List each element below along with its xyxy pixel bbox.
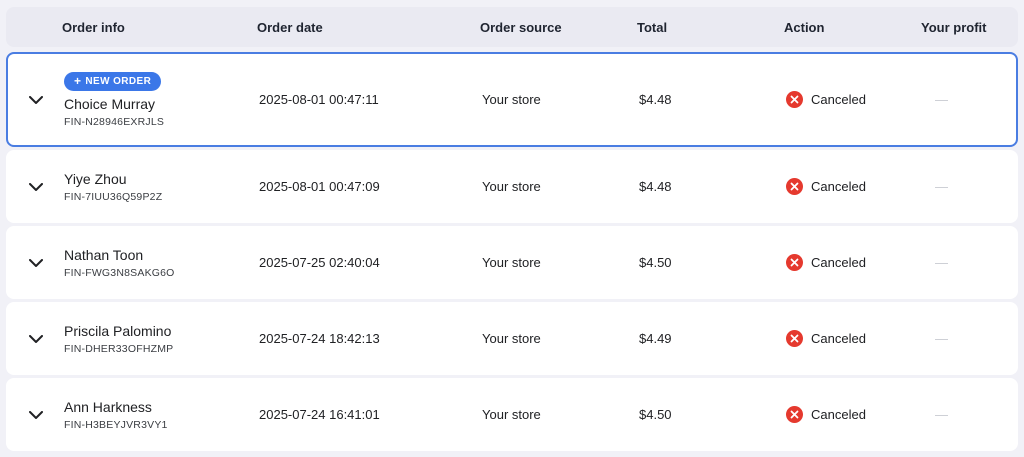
profit-value: — [923,255,1016,270]
canceled-icon [786,254,803,271]
order-total: $4.48 [639,92,786,107]
status-label: Canceled [811,179,866,194]
expand-row-button[interactable] [25,331,47,347]
order-status: Canceled [786,330,923,347]
order-total: $4.50 [639,407,786,422]
order-status: Canceled [786,178,923,195]
order-total: $4.49 [639,331,786,346]
order-source: Your store [482,407,639,422]
customer-name: Priscila Palomino [64,323,259,339]
profit-value: — [923,92,1016,107]
order-id: FIN-N28946EXRJLS [64,116,259,128]
column-header-your-profit: Your profit [921,20,1018,35]
chevron-down-icon [29,259,43,267]
order-total: $4.48 [639,179,786,194]
order-id: FIN-FWG3N8SAKG6O [64,267,259,279]
order-status: Canceled [786,91,923,108]
table-row[interactable]: Ann Harkness FIN-H3BEYJVR3VY1 2025-07-24… [6,378,1018,451]
canceled-icon [786,178,803,195]
order-id: FIN-H3BEYJVR3VY1 [64,419,259,431]
new-order-badge-label: NEW ORDER [85,76,151,87]
plus-icon: + [74,77,81,85]
canceled-icon [786,330,803,347]
expand-row-button[interactable] [25,255,47,271]
status-label: Canceled [811,92,866,107]
table-row[interactable]: Yiye Zhou FIN-7IUU36Q59P2Z 2025-08-01 00… [6,150,1018,223]
customer-name: Ann Harkness [64,399,259,415]
column-header-total: Total [637,20,784,35]
new-order-badge: + NEW ORDER [64,72,161,91]
order-date: 2025-07-25 02:40:04 [259,255,482,270]
order-source: Your store [482,179,639,194]
chevron-down-icon [29,183,43,191]
customer-name: Choice Murray [64,96,259,112]
column-header-order-info: Order info [62,20,257,35]
order-id: FIN-DHER33OFHZMP [64,343,259,355]
expand-row-button[interactable] [25,407,47,423]
order-total: $4.50 [639,255,786,270]
order-source: Your store [482,255,639,270]
chevron-down-icon [29,96,43,104]
table-row[interactable]: + NEW ORDER Choice Murray FIN-N28946EXRJ… [6,52,1018,147]
orders-table: Order info Order date Order source Total… [0,0,1024,451]
column-header-order-date: Order date [257,20,480,35]
order-status: Canceled [786,254,923,271]
profit-value: — [923,407,1016,422]
order-id: FIN-7IUU36Q59P2Z [64,191,259,203]
customer-name: Nathan Toon [64,247,259,263]
order-date: 2025-07-24 18:42:13 [259,331,482,346]
table-row[interactable]: Nathan Toon FIN-FWG3N8SAKG6O 2025-07-25 … [6,226,1018,299]
status-label: Canceled [811,255,866,270]
canceled-icon [786,91,803,108]
status-label: Canceled [811,331,866,346]
table-row[interactable]: Priscila Palomino FIN-DHER33OFHZMP 2025-… [6,302,1018,375]
status-label: Canceled [811,407,866,422]
order-date: 2025-07-24 16:41:01 [259,407,482,422]
expand-row-button[interactable] [25,179,47,195]
order-date: 2025-08-01 00:47:11 [259,92,482,107]
canceled-icon [786,406,803,423]
chevron-down-icon [29,335,43,343]
column-header-action: Action [784,20,921,35]
column-header-order-source: Order source [480,20,637,35]
order-source: Your store [482,331,639,346]
profit-value: — [923,179,1016,194]
profit-value: — [923,331,1016,346]
order-source: Your store [482,92,639,107]
customer-name: Yiye Zhou [64,171,259,187]
order-status: Canceled [786,406,923,423]
order-date: 2025-08-01 00:47:09 [259,179,482,194]
chevron-down-icon [29,411,43,419]
table-header: Order info Order date Order source Total… [6,7,1018,47]
table-body: + NEW ORDER Choice Murray FIN-N28946EXRJ… [6,52,1018,451]
expand-row-button[interactable] [25,92,47,108]
